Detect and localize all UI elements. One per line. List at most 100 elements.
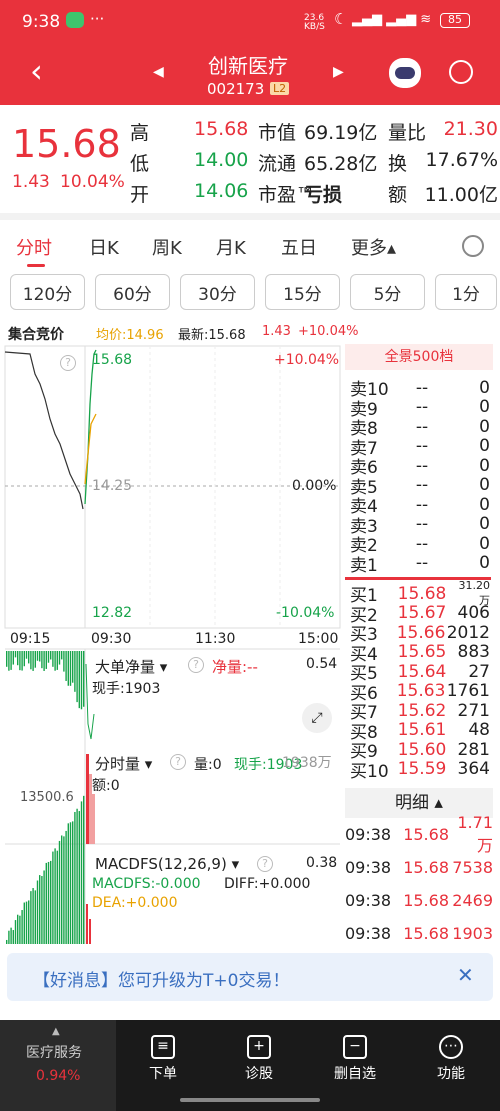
quote-value: 69.19亿 [304,122,378,144]
ind1-name[interactable]: 大单净量 ▾ [95,656,167,677]
ind2-right: 1938万 [282,755,332,771]
tab-week-k[interactable]: 周K [152,234,182,260]
quote-key: 量比 [388,122,427,144]
order-icon: ≡ [151,1035,175,1059]
battery-icon: 85 [440,13,470,28]
ind1-value: 0.54 [306,656,338,672]
tick-row: 09:38 15.68 1.71万 [345,813,493,855]
more-dots-icon: ··· [90,10,105,28]
ind3-name[interactable]: MACDFS(12,26,9) ▾ [95,855,239,873]
ind1-hand: 现手:1903 [92,681,161,697]
period-button[interactable]: 1分 [435,274,497,310]
bid-row[interactable]: 买10 15.59 364 [350,759,490,782]
time-0930: 09:30 [91,631,132,647]
promo-banner[interactable]: 【好消息】您可升级为T+0交易！ ✕ [7,953,493,1001]
quote-key: 流通 [258,153,297,175]
ind3-macd: MACDFS:-0.000 [92,876,201,892]
back-icon[interactable]: ‹ [30,54,43,88]
tick-row: 09:38 15.68 2469 [345,891,493,910]
avg-price: 均价:14.96 [96,328,164,343]
diagnose-button[interactable]: + 诊股 [224,1035,294,1083]
tab-day-k[interactable]: 日K [89,234,119,260]
ind3-value: 0.38 [306,855,338,871]
change: 1.43 [12,172,50,192]
period-button[interactable]: 5分 [350,274,425,310]
tick-row: 09:38 15.68 1903 [345,924,493,943]
tab-five-day[interactable]: 五日 [281,234,317,260]
period-button[interactable]: 30分 [180,274,255,310]
time-1130: 11:30 [195,631,236,647]
quote-value: 14.06 [194,180,249,202]
orderbook-title[interactable]: 全景500档 [345,344,493,370]
ind1-help-icon[interactable]: ? [188,657,204,673]
help-icon[interactable]: ? [60,355,76,371]
search-icon[interactable] [449,60,473,84]
next-stock-icon[interactable]: ▶ [333,64,344,80]
period-button[interactable]: 120分 [10,274,85,310]
close-icon[interactable]: ✕ [457,963,474,987]
expand-icon[interactable]: ⤢ [302,703,332,733]
stock-name: 创新医疗 [208,54,288,78]
level-badge: L2 [270,82,290,95]
stock-code: 002173 [207,80,265,98]
quote-key: 低 [130,153,150,175]
quote-key: 市值 [258,122,297,144]
ind1-label: 净量:-- [212,658,258,676]
sector-pct: 0.94% [36,1068,81,1084]
latest-price: 最新:15.68 [178,328,246,343]
signal-icon: ▂▄▆ ▂▄▆ ≋ [352,12,432,27]
net-speed: 23.6 KB/S [304,13,325,32]
time-1500: 15:00 [298,631,339,647]
pct-high-label: +10.04% [274,352,340,368]
ind2-amount: 额:0 [92,778,120,794]
sector-panel[interactable]: ▲ 医疗服务 0.94% [0,1020,116,1111]
status-time: 9:38 [22,12,61,32]
chart-title: 集合竞价 [8,327,64,343]
ind2-help-icon[interactable]: ? [170,754,186,770]
quote-value: 15.68 [194,118,249,140]
remove-icon: − [343,1035,367,1059]
moon-icon: ☾ [334,10,348,28]
quote-value: 14.00 [194,149,249,171]
price: 15.68 [12,122,121,166]
settings-icon[interactable] [462,235,484,257]
pct-low-label: -10.04% [276,605,335,621]
pct-mid-label: 0.00% [292,478,337,494]
price-mid-label: 14.25 [92,478,133,494]
quote-value: 亏损 [304,184,343,206]
prev-stock-icon[interactable]: ◀ [153,64,164,80]
quote-key: 换 [388,153,408,175]
ind3-diff: DIFF:+0.000 [224,876,311,892]
function-button[interactable]: ⋯ 功能 [416,1035,486,1083]
quote-value: 65.28亿 [304,153,378,175]
sector-name: 医疗服务 [26,1045,82,1061]
diagnose-icon: + [247,1035,271,1059]
ind3-dea: DEA:+0.000 [92,895,178,911]
change-pct: 10.04% [60,172,125,192]
timeshare-chart[interactable] [0,344,345,944]
quote-key: 额 [388,184,408,206]
latest-pct: +10.04% [298,324,359,339]
time-0915: 09:15 [10,631,51,647]
price-low-label: 12.82 [92,605,133,621]
remove-watchlist-button[interactable]: − 删自选 [320,1035,390,1083]
ask-row[interactable]: 卖1 -- 0 [350,553,490,576]
ind2-name[interactable]: 分时量 ▾ [95,753,152,774]
tick-row: 09:38 15.68 7538 [345,858,493,877]
period-button[interactable]: 60分 [95,274,170,310]
latest-change: 1.43 [262,324,291,339]
home-indicator [180,1098,320,1102]
order-button[interactable]: ≡ 下单 [128,1035,198,1083]
quote-value: 21.30 [443,118,498,140]
header-bar: 9:38 ··· 23.6 KB/S ☾ ▂▄▆ ▂▄▆ ≋ 85 ‹ ◀ 创新… [0,0,500,105]
quote-key: 开 [130,184,150,206]
robot-icon[interactable] [389,58,421,88]
quote-value: 17.67% [425,149,498,171]
price-high-label: 15.68 [92,352,133,368]
period-button[interactable]: 15分 [265,274,340,310]
tab-month-k[interactable]: 月K [216,234,246,260]
tab-more[interactable]: 更多▴ [351,234,396,260]
tab-timeshare[interactable]: 分时 [16,234,52,260]
ind3-help-icon[interactable]: ? [257,856,273,872]
quote-key: 高 [130,122,150,144]
